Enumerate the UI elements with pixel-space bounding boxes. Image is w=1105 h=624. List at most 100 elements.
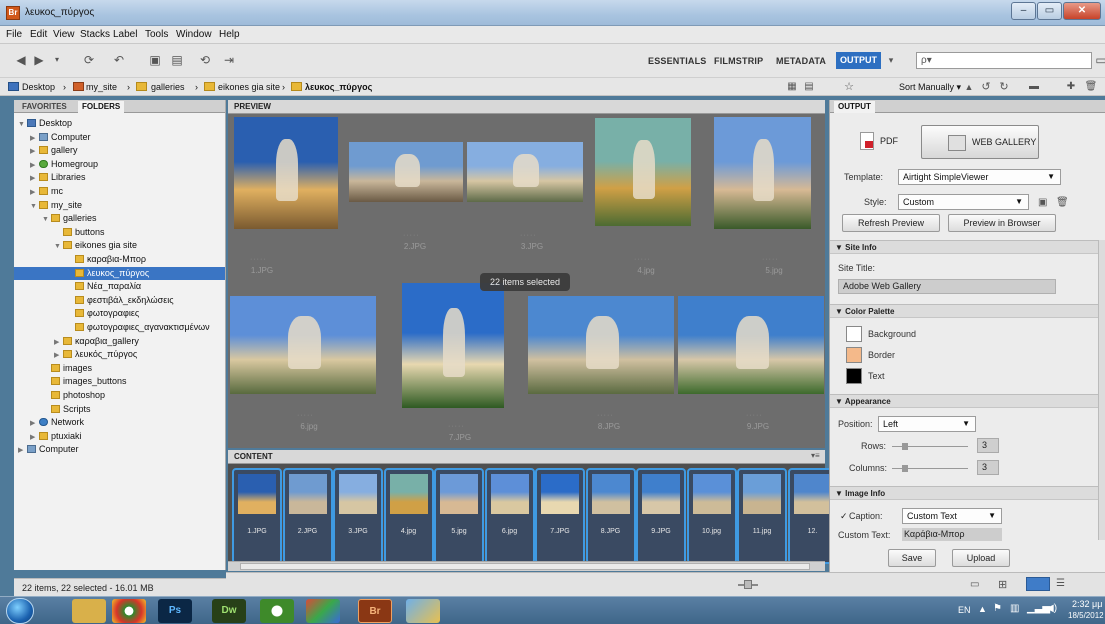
view-details-icon[interactable] (1026, 577, 1050, 591)
menu-edit[interactable]: Edit (30, 29, 47, 40)
minimize-button[interactable]: ‒ (1011, 2, 1036, 20)
style-select[interactable]: Custom ▼ (898, 194, 1029, 210)
site-title-input[interactable]: Adobe Web Gallery (838, 279, 1056, 294)
rating-dots[interactable]: ····· (520, 232, 537, 239)
preview-thumbnail[interactable] (234, 117, 338, 229)
rotate-left-icon[interactable]: ↺ (977, 80, 995, 94)
folder-tree-item[interactable]: ▶ Computer (14, 131, 225, 144)
folder-tree-item[interactable]: ▶ Computer (14, 443, 225, 456)
expand-right-icon[interactable]: ▶ (54, 349, 63, 362)
background-color-swatch[interactable] (846, 326, 862, 342)
favorite-star-icon[interactable]: ☆ (840, 80, 858, 94)
folder-tree-item[interactable]: λευκος_πύργος (14, 266, 225, 280)
preview-thumbnail[interactable] (349, 142, 463, 202)
rating-dots[interactable]: ····· (250, 256, 267, 263)
network-icon[interactable]: ▥ (1010, 603, 1019, 614)
expand-right-icon[interactable]: ▶ (30, 186, 39, 199)
save-button[interactable]: Save (888, 549, 936, 567)
flag-icon[interactable]: ⚑ (993, 603, 1002, 614)
tray-arrow-icon[interactable]: ▲ (978, 604, 987, 614)
breadcrumb-eikones[interactable]: eikones gia site (218, 82, 280, 92)
content-thumbnail[interactable]: 1.JPG (232, 468, 282, 564)
delete-style-icon[interactable]: 🗑 (1056, 197, 1069, 208)
content-thumbnail[interactable]: 9.JPG (636, 468, 686, 564)
search-input[interactable]: ρ▾ (916, 52, 1092, 69)
output-scrollbar[interactable] (1098, 240, 1105, 540)
folder-tree-item[interactable]: ▶ λευκός_πύργος (14, 348, 225, 361)
folder-tree-item[interactable]: Scripts (14, 403, 225, 416)
folder-tree-item[interactable]: ▶ Network (14, 416, 225, 429)
workspace-dropdown-icon[interactable]: ▾ (882, 53, 900, 67)
panel-menu-icon[interactable]: ▾≡ (811, 451, 820, 460)
folder-tree-item[interactable]: ▶ Libraries (14, 171, 225, 184)
start-button[interactable] (6, 598, 34, 624)
content-thumbnail[interactable]: 10.jpg (686, 468, 737, 564)
paint-icon[interactable] (406, 599, 440, 623)
menu-stacks[interactable]: Stacks (80, 29, 110, 40)
expand-right-icon[interactable]: ▶ (30, 145, 39, 158)
workspace-metadata[interactable]: METADATA (776, 56, 826, 66)
content-thumbnail[interactable]: 6.jpg (484, 468, 535, 564)
clock-time[interactable]: 2:32 μμ (1072, 599, 1102, 609)
expand-right-icon[interactable]: ▶ (18, 444, 27, 457)
dropdown-icon[interactable]: ▾ (48, 53, 66, 67)
menu-tools[interactable]: Tools (145, 29, 168, 40)
thumbnail-size-slider[interactable] (744, 580, 752, 589)
rating-dots[interactable]: ····· (746, 412, 763, 419)
rating-dots[interactable]: ····· (762, 256, 779, 263)
refresh-preview-button[interactable]: Refresh Preview (842, 214, 940, 232)
folder-tree-item[interactable]: ▶ Homegroup (14, 158, 225, 171)
rating-dots[interactable]: ····· (634, 256, 651, 263)
folder-tree-item[interactable]: ▶ καραβια_gallery (14, 335, 225, 348)
preview-thumbnail[interactable] (595, 118, 691, 226)
thumbnail-quality-icon[interactable]: ▦ (783, 80, 801, 94)
rotate-right-icon[interactable]: ↻ (995, 80, 1013, 94)
volume-icon[interactable]: ◀) (1046, 603, 1057, 614)
pdf-button-label[interactable]: PDF (880, 136, 898, 146)
menu-file[interactable]: File (6, 29, 22, 40)
close-button[interactable]: ✕ (1063, 2, 1101, 20)
tab-favorites[interactable]: FAVORITES (18, 101, 71, 113)
expand-down-icon[interactable]: ▼ (42, 213, 51, 226)
content-scrollbar[interactable] (228, 561, 825, 571)
columns-slider-thumb[interactable] (902, 465, 908, 472)
folder-tree-item[interactable]: ▶ mc (14, 185, 225, 198)
tab-output[interactable]: OUTPUT (834, 101, 875, 113)
language-indicator[interactable]: EN (958, 605, 971, 615)
web-gallery-button[interactable]: WEB GALLERY (921, 125, 1039, 159)
breadcrumb-desktop[interactable]: Desktop (22, 82, 55, 92)
menu-window[interactable]: Window (176, 29, 212, 40)
recent-folder-icon[interactable]: ⟳ (80, 53, 98, 67)
rows-value[interactable]: 3 (977, 438, 999, 453)
explorer-icon[interactable] (72, 599, 106, 623)
breadcrumb-my-site[interactable]: my_site (86, 82, 117, 92)
folder-tree-item[interactable]: ▶ ptuxiaki (14, 430, 225, 443)
folder-tree-item[interactable]: ▼ Desktop (14, 117, 225, 130)
workspace-output[interactable]: OUTPUT (836, 52, 881, 69)
maximize-button[interactable]: ▭ (1037, 2, 1062, 20)
folder-tree-item[interactable]: ▼ eikones gia site (14, 239, 225, 252)
menu-label[interactable]: Label (113, 29, 137, 40)
lock-grid-icon[interactable]: ▭ (970, 579, 979, 590)
expand-right-icon[interactable]: ▶ (30, 132, 39, 145)
custom-text-input[interactable]: Καράβια-Μπορ (902, 528, 1002, 541)
preview-thumbnail[interactable] (467, 142, 583, 202)
content-thumbnail[interactable]: 11.jpg (737, 468, 787, 564)
site-info-header[interactable]: ▼ Site Info (830, 240, 1098, 254)
expand-down-icon[interactable]: ▼ (18, 118, 27, 131)
caption-checkbox[interactable]: ✓ (840, 511, 848, 522)
preview-thumbnail[interactable] (402, 283, 504, 408)
caption-select[interactable]: Custom Text ▼ (902, 508, 1002, 524)
return-icon[interactable]: ↶ (110, 53, 128, 67)
rating-dots[interactable]: ····· (597, 412, 614, 419)
bridge-taskbar-icon[interactable]: Br (358, 599, 392, 623)
open-in-camera-raw-icon[interactable]: ⇥ (220, 53, 238, 67)
scrollbar-thumb[interactable] (240, 563, 810, 570)
rating-dots[interactable]: ····· (403, 232, 420, 239)
workspace-filmstrip[interactable]: FILMSTRIP (714, 56, 763, 66)
open-recent-icon[interactable]: ▬ (1025, 80, 1043, 94)
folder-tree-item[interactable]: images_buttons (14, 375, 225, 388)
view-thumbnails-icon[interactable]: ⊞ (998, 578, 1007, 591)
content-thumbnail[interactable]: 5.jpg (434, 468, 484, 564)
menu-view[interactable]: View (53, 29, 75, 40)
